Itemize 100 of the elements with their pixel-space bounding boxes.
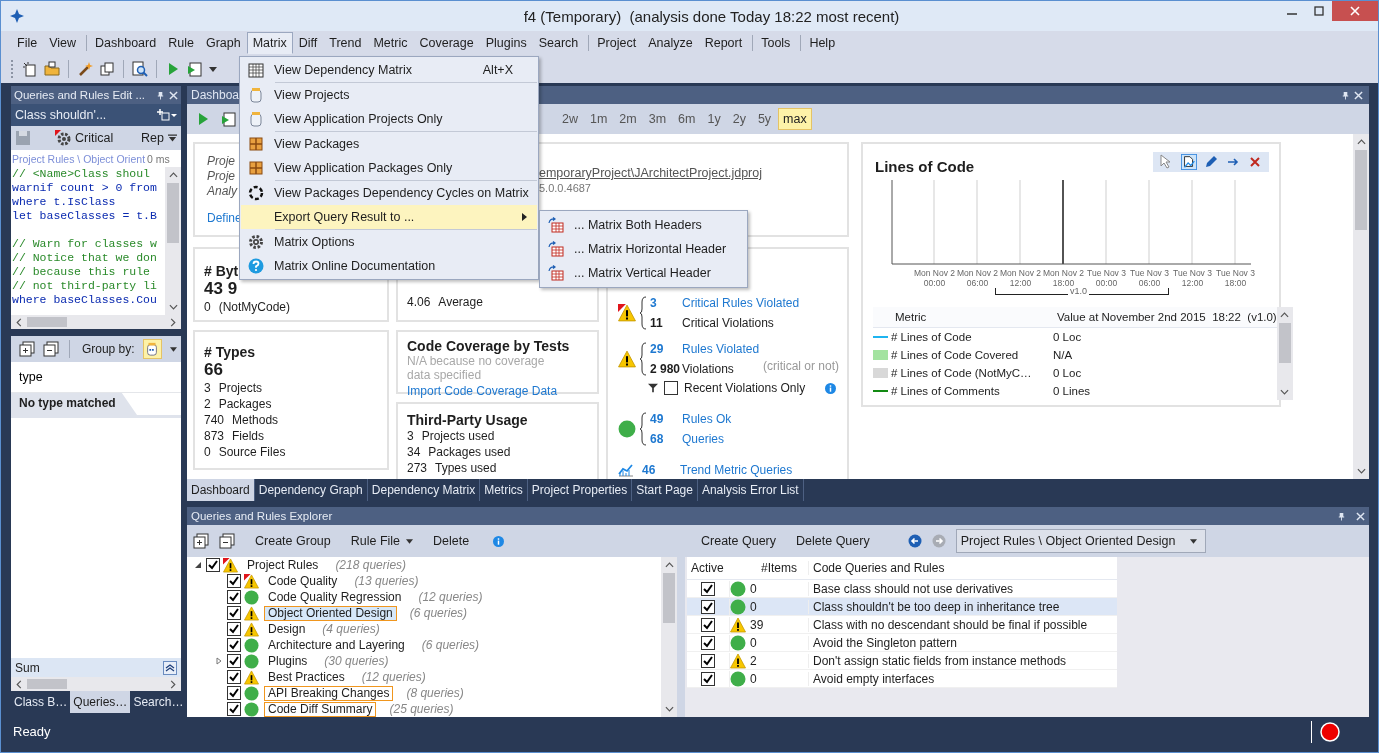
scroll-right-icon[interactable] — [169, 317, 177, 327]
expand-all-icon[interactable] — [193, 533, 209, 549]
pin-icon[interactable] — [1341, 90, 1350, 100]
pencil-icon[interactable] — [1203, 154, 1219, 170]
scrollbar[interactable] — [1276, 307, 1293, 400]
close-button[interactable] — [1332, 1, 1378, 21]
document-tab[interactable]: Dependency Graph — [254, 479, 368, 501]
checkbox[interactable] — [227, 654, 241, 668]
time-range-button[interactable]: 6m — [673, 108, 701, 130]
menu-item[interactable]: Export Query Result to ... — [241, 205, 537, 229]
menu-item[interactable]: Search — [532, 32, 585, 54]
toolbar-button[interactable]: Delete Query — [796, 534, 870, 548]
caret-icon[interactable] — [170, 346, 177, 352]
menu-item[interactable]: Report — [698, 32, 749, 54]
scroll-up-icon[interactable] — [1280, 311, 1290, 319]
export-icon[interactable] — [221, 111, 237, 127]
scrollbar[interactable] — [661, 557, 677, 717]
table-row[interactable]: 0 Avoid empty interfaces — [687, 670, 1117, 688]
scroll-up-icon[interactable] — [1356, 138, 1366, 146]
menu-item[interactable]: Matrix Online Documentation — [241, 254, 537, 278]
document-tab[interactable]: Analysis Error List — [697, 479, 804, 501]
menu-item[interactable]: View Application Packages Only — [241, 156, 537, 180]
export-icon[interactable] — [187, 61, 203, 77]
table-row[interactable]: 2 Don't assign static fields from instance methods — [687, 652, 1117, 670]
open-folder-icon[interactable] — [44, 61, 60, 77]
scrollbar[interactable] — [11, 315, 181, 329]
toolbar-button[interactable]: Rule File — [350, 534, 414, 548]
toolbar-button[interactable]: Create Query — [701, 534, 777, 548]
document-tab[interactable]: Project Properties — [527, 479, 633, 501]
rules-link[interactable]: Rules Violated — [682, 339, 760, 359]
pin-icon[interactable] — [1337, 511, 1346, 521]
tree-item[interactable]: Code Diff Summary — [264, 701, 377, 717]
time-range-button[interactable]: max — [778, 108, 812, 130]
menu-item[interactable]: ... Matrix Vertical Header — [540, 261, 747, 285]
scrollbar[interactable] — [165, 167, 181, 315]
time-range-button[interactable]: 5y — [752, 108, 777, 130]
checkbox[interactable] — [227, 574, 241, 588]
checkbox[interactable] — [227, 638, 241, 652]
collapse-all-icon[interactable] — [219, 533, 235, 549]
scroll-right-icon[interactable] — [169, 679, 177, 689]
collapsed-arrow-icon[interactable] — [215, 657, 223, 665]
checkbox[interactable] — [227, 686, 241, 700]
record-icon[interactable] — [1320, 721, 1340, 742]
project-file-link[interactable]: emporaryProject\JArchitectProject.jdproj — [539, 166, 762, 180]
checkbox[interactable] — [701, 653, 715, 668]
time-range-button[interactable]: 1y — [702, 108, 726, 130]
checkbox[interactable] — [701, 617, 715, 632]
menu-item[interactable]: Diff — [292, 32, 324, 54]
menu-item[interactable]: Matrix — [246, 32, 293, 54]
chart-icon[interactable] — [1181, 154, 1197, 170]
scroll-down-icon[interactable] — [1356, 467, 1366, 475]
tree-item[interactable]: API Breaking Changes — [264, 685, 394, 701]
menu-item[interactable]: Plugins — [479, 32, 533, 54]
scrollbar[interactable] — [1353, 134, 1369, 479]
table-row[interactable]: 0 Avoid the Singleton pattern — [687, 634, 1117, 652]
time-range-button[interactable]: 2y — [727, 108, 751, 130]
severity-button[interactable]: Critical — [55, 130, 114, 146]
tree-item[interactable]: Object Oriented Design — [264, 605, 397, 621]
menu-item[interactable]: Trend — [323, 32, 368, 54]
info-icon[interactable] — [825, 382, 837, 394]
rules-link[interactable]: Rules Ok — [682, 409, 732, 429]
info-icon[interactable] — [493, 535, 505, 547]
time-range-button[interactable]: 3m — [643, 108, 672, 130]
panel-tab[interactable]: Search… — [130, 691, 187, 713]
close-icon[interactable] — [1354, 90, 1363, 100]
tree-item[interactable]: Code Quality Regression — [264, 589, 406, 605]
import-coverage-link[interactable]: Import Code Coverage Data — [407, 384, 558, 398]
checkbox[interactable] — [701, 599, 715, 614]
caret-icon[interactable] — [209, 66, 217, 72]
checkbox[interactable] — [227, 606, 241, 620]
document-tab[interactable]: Metrics — [480, 479, 528, 501]
toolbar-button[interactable]: Delete — [433, 534, 470, 548]
rule-count[interactable]: 49 — [650, 409, 682, 429]
scroll-up-icon[interactable] — [168, 171, 178, 179]
document-tab[interactable]: Start Page — [632, 479, 698, 501]
wand-icon[interactable] — [77, 61, 93, 77]
toolbar-button[interactable]: Create Group — [255, 534, 331, 548]
menu-item[interactable]: View Dependency Matrix Alt+X — [241, 58, 537, 82]
panel-tab[interactable]: Queries… — [70, 691, 131, 713]
menu-item[interactable]: Coverage — [413, 32, 480, 54]
search-icon[interactable] — [132, 61, 148, 77]
new-project-icon[interactable] — [22, 61, 38, 77]
copy-icon[interactable] — [99, 61, 115, 77]
checkbox[interactable] — [701, 581, 715, 596]
rule-count[interactable]: 3 — [650, 293, 682, 313]
scroll-thumb[interactable] — [27, 317, 67, 327]
document-tab[interactable]: Dashboard — [187, 479, 255, 501]
scroll-left-icon[interactable] — [15, 317, 23, 327]
panel-tab[interactable]: Class B… — [11, 691, 71, 713]
scroll-up-icon[interactable] — [664, 561, 674, 569]
checkbox[interactable] — [227, 622, 241, 636]
menu-item[interactable]: Graph — [199, 32, 247, 54]
scroll-down-icon[interactable] — [664, 705, 674, 713]
rules-link[interactable]: Critical Rules Violated — [682, 293, 800, 313]
menu-item[interactable]: Rule — [162, 32, 200, 54]
new-query-icon[interactable] — [157, 108, 177, 122]
rule-count[interactable]: 46 — [642, 463, 672, 477]
checkbox[interactable] — [701, 671, 715, 686]
expanded-arrow-icon[interactable] — [194, 561, 202, 569]
tree-item[interactable]: Best Practices — [264, 669, 349, 685]
